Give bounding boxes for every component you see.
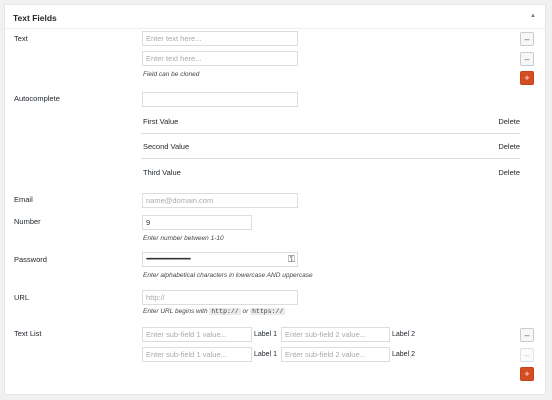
text-input-1[interactable] — [142, 31, 298, 46]
text-remove-button-1[interactable]: – — [520, 32, 534, 46]
text-list-sub1-input-2[interactable] — [142, 347, 252, 362]
text-list-sub1-label: Label 1 — [254, 351, 277, 358]
text-add-clone-button[interactable]: + — [520, 71, 534, 85]
url-hint-code-http: http:// — [209, 308, 241, 315]
text-fields-panel: Text Fields ▲ Text – – Field can be clon… — [4, 4, 546, 395]
autocomplete-value: First Value — [143, 117, 179, 126]
autocomplete-input[interactable] — [142, 92, 298, 107]
text-list-sub2-input-2[interactable] — [281, 347, 390, 362]
autocomplete-delete-link[interactable]: Delete — [498, 142, 520, 151]
url-field[interactable] — [142, 290, 298, 305]
autocomplete-delete-link[interactable]: Delete — [498, 117, 520, 126]
number-field[interactable] — [142, 215, 252, 230]
url-hint: Enter URL begins with http:// or https:/… — [143, 308, 286, 315]
url-hint-or: or — [242, 308, 249, 315]
text-remove-button-2[interactable]: – — [520, 52, 534, 66]
text-input-2[interactable] — [142, 51, 298, 66]
text-list-remove-button-2[interactable]: – — [520, 348, 534, 362]
text-list-add-clone-button[interactable]: + — [520, 367, 534, 381]
autocomplete-item: Third Value Delete — [141, 160, 520, 185]
text-list-label: Text List — [14, 329, 42, 338]
url-label: URL — [14, 293, 30, 302]
text-clone-note: Field can be cloned — [143, 71, 200, 78]
panel-title: Text Fields — [13, 13, 57, 23]
collapse-arrow-icon[interactable]: ▲ — [530, 13, 536, 19]
text-list-sub2-label: Label 2 — [392, 351, 415, 358]
email-label: Email — [14, 195, 33, 204]
autocomplete-item: Second Value Delete — [141, 134, 520, 159]
number-hint: Enter number between 1-10 — [143, 235, 224, 242]
text-list-sub2-label: Label 2 — [392, 331, 415, 338]
autocomplete-label: Autocomplete — [14, 94, 60, 103]
autocomplete-value: Third Value — [143, 168, 181, 177]
password-field[interactable] — [142, 252, 298, 267]
password-label: Password — [14, 255, 47, 264]
url-hint-code-https: https:// — [250, 308, 286, 315]
email-field[interactable] — [142, 193, 298, 208]
autocomplete-item: First Value Delete — [141, 109, 520, 134]
text-list-sub1-input-1[interactable] — [142, 327, 252, 342]
autocomplete-delete-link[interactable]: Delete — [498, 168, 520, 177]
text-list-sub2-input-1[interactable] — [281, 327, 390, 342]
password-manager-icon[interactable]: ⚿ — [288, 254, 295, 265]
autocomplete-value: Second Value — [143, 142, 190, 151]
number-label: Number — [14, 217, 41, 226]
password-hint: Enter alphabetical characters in lowerca… — [143, 272, 313, 279]
text-list-remove-button-1[interactable]: – — [520, 328, 534, 342]
panel-header[interactable]: Text Fields ▲ — [5, 5, 545, 29]
text-label: Text — [14, 34, 28, 43]
url-hint-prefix: Enter URL begins with — [143, 308, 208, 315]
text-list-sub1-label: Label 1 — [254, 331, 277, 338]
